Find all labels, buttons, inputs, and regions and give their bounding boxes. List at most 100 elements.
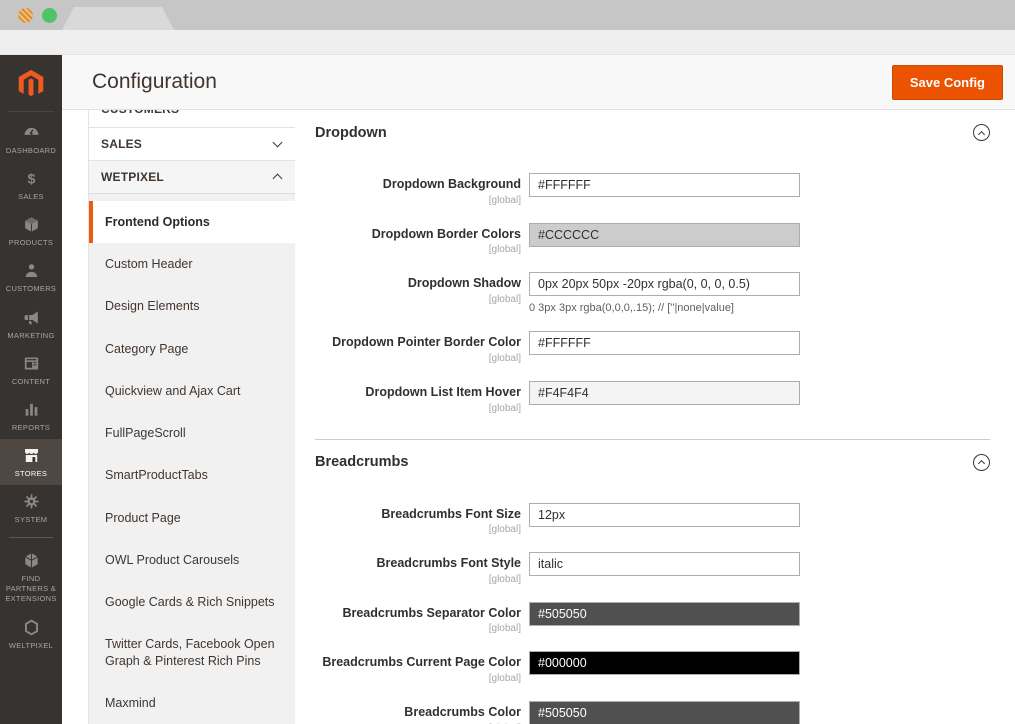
- breadcrumbs-font-size-input[interactable]: [529, 502, 800, 527]
- field-scope: [global]: [488, 402, 521, 414]
- config-nav-item-frontend-options[interactable]: Frontend Options: [89, 200, 295, 243]
- sidebar-item-find-partners-extensions[interactable]: FIND PARTNERS & EXTENSIONS: [0, 544, 62, 610]
- save-config-button[interactable]: Save Config: [891, 64, 1003, 100]
- field-scope: [global]: [488, 573, 521, 585]
- sidebar-item-reports[interactable]: REPORTS: [0, 393, 62, 439]
- field-label: Breadcrumbs Font Style: [376, 556, 521, 571]
- config-nav: CUSTOMERS SALES WETPIXEL Frontend Option…: [62, 110, 295, 724]
- config-nav-items: Frontend Options Custom Header Design Elem…: [89, 193, 295, 724]
- dropdown-background-input[interactable]: [529, 173, 800, 197]
- dropdown-shadow-input[interactable]: [529, 272, 800, 297]
- field-scope: [global]: [488, 623, 521, 635]
- divider: [9, 537, 53, 539]
- chevron-up-icon: [977, 459, 986, 468]
- field-row-dropdown-shadow: Dropdown Shadow [global] 0 3px 3px rgba(0,…: [315, 272, 990, 314]
- field-label: Dropdown Background: [382, 177, 521, 191]
- sidebar-item-label: REPORTS: [11, 422, 51, 432]
- field-label: Dropdown Border Colors: [371, 226, 521, 241]
- customers-icon: [2, 261, 60, 281]
- window-dot-orange-icon[interactable]: [18, 7, 33, 23]
- field-label: Dropdown Pointer Border Color: [332, 335, 521, 350]
- weltpixel-icon: [2, 618, 60, 638]
- config-nav-tab-wetpixel[interactable]: WETPIXEL: [89, 160, 295, 194]
- section-breadcrumbs: Breadcrumbs Breadcrumbs Font Size [global]…: [315, 453, 990, 724]
- config-nav-item-category-page[interactable]: Category Page: [89, 328, 295, 370]
- sidebar-item-content[interactable]: CONTENT: [0, 347, 62, 393]
- chevron-up-icon: [977, 130, 986, 138]
- config-nav-item-smartproducttabs[interactable]: SmartProductTabs: [89, 454, 295, 496]
- browser-toolbar: [0, 30, 1015, 55]
- dropdown-border-colors-input[interactable]: [529, 222, 800, 247]
- field-hint: 0 3px 3px rgba(0,0,0,.15); // [''|none|v…: [529, 302, 734, 315]
- field-scope: [global]: [488, 194, 521, 206]
- field-row-dropdown-list-item-hover: Dropdown List Item Hover [global]: [315, 380, 990, 414]
- marketing-icon: [2, 308, 60, 328]
- field-label: Breadcrumbs Font Size: [381, 506, 521, 521]
- sidebar-item-customers[interactable]: CUSTOMERS: [0, 254, 62, 300]
- breadcrumbs-color-input[interactable]: [529, 701, 800, 724]
- section-title: Dropdown: [315, 124, 387, 141]
- dropdown-list-item-hover-input[interactable]: [529, 380, 800, 405]
- config-nav-tab-customers[interactable]: CUSTOMERS: [89, 110, 295, 128]
- config-nav-item-quickview-and-ajax-cart[interactable]: Quickview and Ajax Cart: [89, 370, 295, 412]
- sidebar-item-label: DASHBOARD: [5, 146, 57, 155]
- field-scope: [global]: [488, 352, 521, 364]
- config-nav-item-google-cards-rich-snippets[interactable]: Google Cards & Rich Snippets: [89, 581, 295, 623]
- field-row-dropdown-border-colors: Dropdown Border Colors [global]: [315, 222, 990, 255]
- field-row-dropdown-background: Dropdown Background [global]: [315, 173, 990, 206]
- sidebar-item-label: SALES: [18, 192, 44, 202]
- chevron-up-icon: [272, 173, 283, 184]
- dropdown-pointer-border-color-input[interactable]: [529, 331, 800, 356]
- sidebar-item-marketing[interactable]: MARKETING: [0, 301, 62, 347]
- page-title: Configuration: [92, 70, 217, 93]
- page-header: Configuration Save Config: [62, 55, 1015, 110]
- divider: [8, 111, 54, 112]
- screenshot-root: DASHBOARD $ SALES PRODUCTS CUSTOMERS MARKETIN…: [0, 0, 1015, 724]
- breadcrumbs-current-page-color-input[interactable]: [529, 651, 800, 676]
- field-row-breadcrumbs-color: Breadcrumbs Color[global]: [315, 701, 990, 724]
- sidebar-item-label: WELTPIXEL: [8, 640, 54, 650]
- section-title: Breadcrumbs: [315, 454, 409, 470]
- collapse-section-icon[interactable]: [973, 453, 990, 471]
- field-scope: [global]: [488, 673, 521, 684]
- field-row-breadcrumbs-separator-color: Breadcrumbs Separator Color [global]: [315, 601, 990, 635]
- system-icon: [2, 492, 60, 512]
- sidebar-item-system[interactable]: SYSTEM: [0, 485, 62, 531]
- field-row-breadcrumbs-current-page-color: Breadcrumbs Current Page Color [global]: [315, 651, 990, 684]
- sidebar-item-stores[interactable]: STORES: [0, 438, 62, 485]
- sidebar-item-label: SYSTEM: [14, 515, 48, 524]
- config-nav-item-twitter-cards-facebook-open-graph-pinterest-rich-pins[interactable]: Twitter Cards, Facebook Open Graph & Pin…: [89, 623, 295, 682]
- field-label: Dropdown List Item Hover: [365, 384, 521, 399]
- config-nav-item-fullpagescroll[interactable]: FullPageScroll: [89, 412, 295, 454]
- collapse-section-icon[interactable]: [973, 124, 990, 141]
- browser-tab[interactable]: [62, 7, 174, 30]
- config-nav-item-maxmind[interactable]: Maxmind: [89, 682, 295, 724]
- sidebar-item-products[interactable]: PRODUCTS: [0, 208, 62, 254]
- field-scope: [global]: [488, 524, 521, 536]
- breadcrumbs-font-style-input[interactable]: [529, 552, 800, 577]
- sidebar-item-dashboard[interactable]: DASHBOARD: [0, 116, 62, 162]
- config-nav-item-owl-product-carousels[interactable]: OWL Product Carousels: [89, 539, 295, 581]
- breadcrumbs-separator-color-input[interactable]: [529, 601, 800, 626]
- browser-titlebar: [0, 0, 1015, 30]
- field-label: Breadcrumbs Current Page Color: [322, 655, 521, 670]
- config-nav-item-custom-header[interactable]: Custom Header: [89, 243, 295, 285]
- field-label: Dropdown Shadow: [407, 276, 521, 291]
- magento-logo-icon[interactable]: [0, 55, 62, 111]
- config-nav-item-product-page[interactable]: Product Page: [89, 497, 295, 539]
- sidebar-item-label: MARKETING: [7, 330, 55, 340]
- window-dot-green-icon[interactable]: [42, 7, 57, 23]
- config-nav-item-design-elements[interactable]: Design Elements: [89, 285, 295, 327]
- sidebar-item-sales[interactable]: $ SALES: [0, 162, 62, 208]
- section-divider: [315, 438, 990, 440]
- config-nav-tab-sales[interactable]: SALES: [89, 127, 295, 161]
- sidebar-item-label: PRODUCTS: [8, 238, 54, 248]
- products-icon: [2, 215, 60, 235]
- field-row-breadcrumbs-font-style: Breadcrumbs Font Style [global]: [315, 552, 990, 585]
- sidebar-item-weltpixel[interactable]: WELTPIXEL: [0, 611, 62, 657]
- chevron-down-icon: [272, 137, 283, 148]
- sidebar-item-label: CONTENT: [11, 376, 51, 386]
- field-label: Breadcrumbs Separator Color: [342, 605, 521, 620]
- config-content: DropdownDropdown Background[global]Dropd…: [295, 110, 1015, 724]
- field-scope: [global]: [488, 293, 521, 305]
